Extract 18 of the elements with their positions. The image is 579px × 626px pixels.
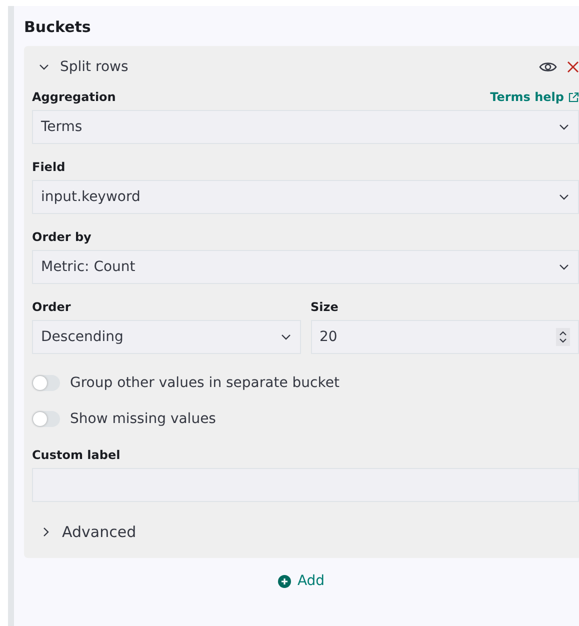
toggle-label: Show missing values: [70, 411, 216, 427]
field-label: Size: [310, 300, 338, 314]
field-label: Aggregation: [32, 90, 116, 104]
advanced-toggle[interactable]: Advanced: [32, 512, 136, 552]
field-label: Order by: [32, 230, 92, 244]
number-field[interactable]: 20: [310, 320, 579, 354]
select-field[interactable]: input.keyword: [32, 180, 579, 214]
field-label: Order: [32, 300, 71, 314]
field-label: Field: [32, 160, 66, 174]
select-field[interactable]: Terms: [32, 110, 579, 144]
toggle-label: Group other values in separate bucket: [70, 375, 340, 391]
section-title: Buckets: [24, 18, 92, 36]
select-field[interactable]: Descending: [32, 320, 300, 354]
add-button[interactable]: Add: [272, 572, 331, 590]
bucket-title: Split rows: [60, 59, 130, 75]
field-label: Custom label: [32, 448, 120, 462]
select-field[interactable]: Metric: Count: [32, 250, 579, 284]
help-link[interactable]: Terms help: [490, 90, 579, 104]
